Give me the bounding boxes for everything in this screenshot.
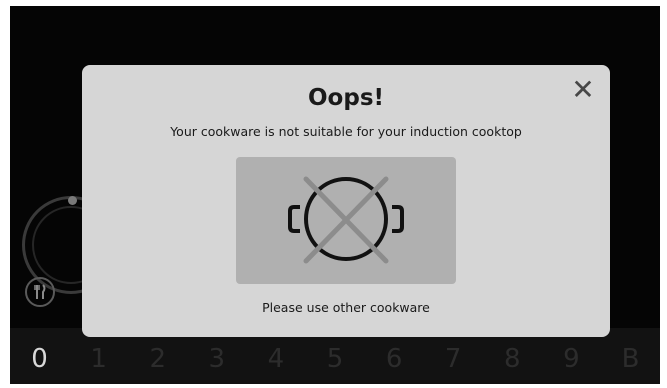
dialog-title: Oops! [308, 85, 384, 111]
power-level-7[interactable]: 7 [424, 339, 483, 379]
cutlery-icon[interactable] [25, 277, 55, 307]
power-level-selector: 0123456789B [10, 339, 660, 379]
cookware-error-dialog: ✕ Oops! Your cookware is not suitable fo… [82, 65, 610, 337]
power-level-2[interactable]: 2 [128, 339, 187, 379]
power-level-9[interactable]: 9 [542, 339, 601, 379]
power-level-5[interactable]: 5 [305, 339, 364, 379]
power-level-0[interactable]: 0 [10, 339, 69, 379]
cutlery-glyph [34, 284, 46, 299]
unsuitable-cookware-icon [236, 157, 456, 284]
power-level-B[interactable]: B [601, 339, 660, 379]
power-level-6[interactable]: 6 [365, 339, 424, 379]
power-level-4[interactable]: 4 [246, 339, 305, 379]
dialog-hint: Please use other cookware [262, 300, 430, 315]
power-level-8[interactable]: 8 [483, 339, 542, 379]
power-level-3[interactable]: 3 [187, 339, 246, 379]
power-level-1[interactable]: 1 [69, 339, 128, 379]
dial-handle[interactable] [68, 196, 77, 205]
dialog-message: Your cookware is not suitable for your i… [170, 124, 522, 139]
cooktop-screen: 0123456789B ✕ Oops! Your cookware is not… [10, 6, 660, 384]
